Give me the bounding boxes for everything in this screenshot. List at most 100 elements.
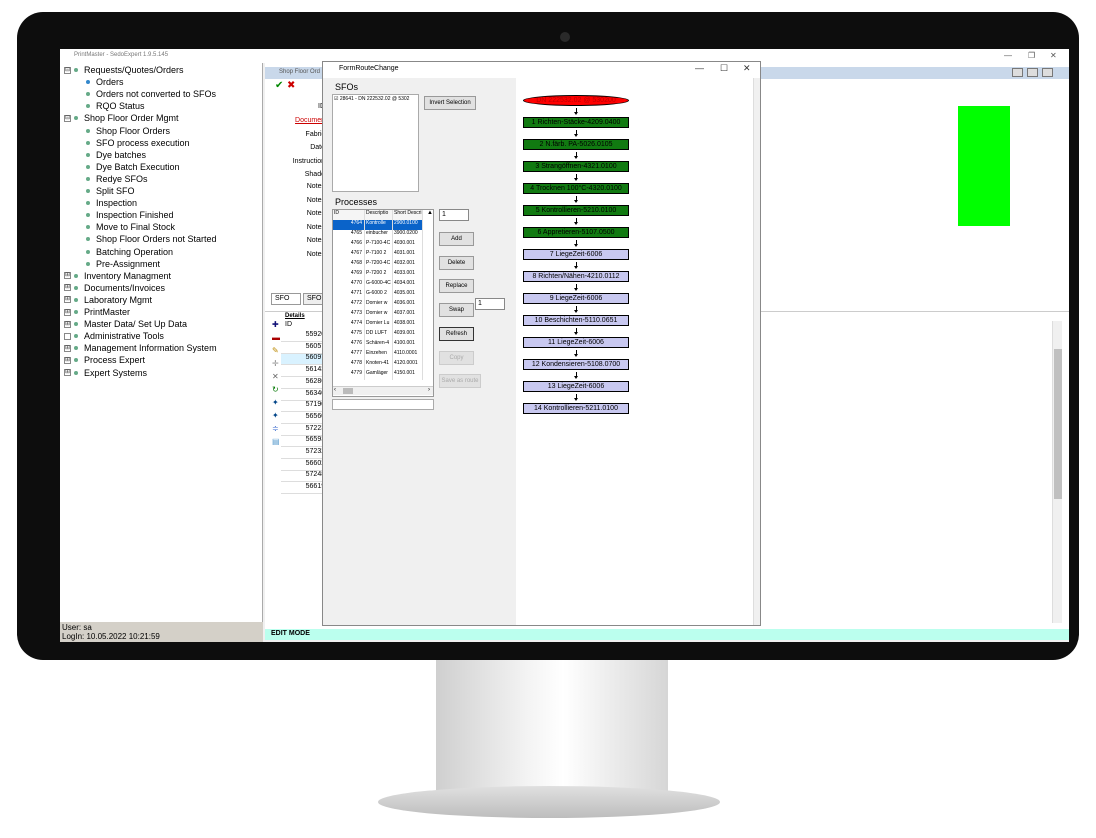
grid-row[interactable]: 4770 G-6000-4C 4034.001 <box>333 280 423 290</box>
mdi-restore-button[interactable] <box>1027 68 1038 77</box>
invert-selection-button[interactable]: Invert Selection <box>424 96 476 110</box>
swap-spinner[interactable]: 1 <box>475 298 505 310</box>
route-step-node[interactable]: 12 Kondensieren-5108.0700 <box>523 359 629 370</box>
grid-row[interactable]: 4774 Dornier Lu 4038.001 <box>333 320 423 330</box>
tree-item[interactable]: ⊞ Inventory Managment <box>64 271 171 281</box>
tree-item[interactable]: ⊞ Documents/Invoices <box>64 283 165 293</box>
tree-item[interactable]: Dye Batch Execution <box>86 162 180 172</box>
route-step-node[interactable]: 3 Strangöffnen-4321.0100 <box>523 161 629 172</box>
grid-row[interactable]: 4766 P-7100-4C 4030.001 <box>333 240 423 250</box>
check-icon[interactable]: ✔ <box>275 80 283 91</box>
blank-icon[interactable] <box>64 332 71 340</box>
tree-item[interactable]: Shop Floor Orders <box>86 126 170 136</box>
grid-row[interactable]: 4767 P-7100 2 4031.001 <box>333 250 423 260</box>
add-button[interactable]: Add <box>439 232 474 246</box>
route-step-node[interactable]: 9 LiegeZeit-6006 <box>523 293 629 304</box>
tree-item[interactable]: ⊟ Shop Floor Order Mgmt <box>64 113 179 123</box>
tree-item[interactable]: ⊟ Requests/Quotes/Orders <box>64 65 184 75</box>
route-step-node[interactable]: 2 N.färb. PA-5026.0105 <box>523 139 629 150</box>
route-step-node[interactable]: 6 Appretieren-5107.0500 <box>523 227 629 238</box>
grid-column-header[interactable]: ID <box>333 210 365 220</box>
process-filter-input[interactable] <box>332 399 434 410</box>
dialog-minimize-button[interactable]: — <box>695 63 704 73</box>
scroll-up-icon[interactable]: ▲ <box>427 210 433 216</box>
expand-toggle-icon[interactable]: ⊞ <box>64 284 71 292</box>
refresh-button[interactable]: Refresh <box>439 327 474 341</box>
route-step-node[interactable]: 4 Trocknen 100°C-4320.0100 <box>523 183 629 194</box>
cancel-x-icon[interactable]: ✖ <box>287 80 295 91</box>
tree-item[interactable]: Batching Operation <box>86 247 173 257</box>
route-step-node[interactable]: 14 Kontrollieren-5211.0100 <box>523 403 629 414</box>
route-step-node[interactable]: 8 Richten/Nähen-4210.0112 <box>523 271 629 282</box>
sfo-list[interactable]: ☑ 28641 - DN 222532.02 @ 5302 <box>332 94 419 192</box>
expand-toggle-icon[interactable]: ⊞ <box>64 296 71 304</box>
delete-button[interactable]: Delete <box>439 256 474 270</box>
route-head-node[interactable]: DN 222532.02 @ 530200 <box>523 95 629 106</box>
expand-toggle-icon[interactable]: ⊟ <box>64 66 71 74</box>
edit-icon[interactable]: ✎ <box>272 346 279 355</box>
grid-hscrollbar[interactable]: ‹ › <box>333 386 433 395</box>
copy-button[interactable]: Copy <box>439 351 474 365</box>
save-as-route-button[interactable]: Save as route <box>439 374 481 388</box>
expand-toggle-icon[interactable]: ⊞ <box>64 369 71 376</box>
minimize-button[interactable]: — <box>1004 51 1012 60</box>
route-step-node[interactable]: 1 Richten-Stäcke-4209.0400 <box>523 117 629 128</box>
tree-item[interactable]: ⊞ Master Data/ Set Up Data <box>64 319 187 329</box>
dialog-scrollbar[interactable] <box>753 78 760 625</box>
tree-item[interactable]: RQO Status <box>86 101 145 111</box>
replace-button[interactable]: Replace <box>439 279 474 293</box>
grid-row[interactable]: 4771 G-6000 2 4035.001 <box>333 290 423 300</box>
grid-row[interactable]: 4764 Kontrolle 2900.0100 <box>333 220 423 230</box>
route-step-node[interactable]: 11 LiegeZeit-6006 <box>523 337 629 348</box>
expand-toggle-icon[interactable]: ⊟ <box>64 114 71 122</box>
tree-item[interactable]: Split SFO <box>86 186 135 196</box>
split-icon[interactable]: ≑ <box>272 424 279 433</box>
route-step-node[interactable]: 10 Beschichten-5110.0651 <box>523 315 629 326</box>
grid-row[interactable]: 4778 Knoten-41 4120.0001 <box>333 360 423 370</box>
tree-item[interactable]: ⊞ Laboratory Mgmt <box>64 295 152 305</box>
tree-item[interactable]: Shop Floor Orders not Started <box>86 234 217 244</box>
grid-row[interactable]: 4775 DD LUFT 4039.001 <box>333 330 423 340</box>
plus-icon[interactable]: ✛ <box>272 359 279 368</box>
position-spinner[interactable]: 1 <box>439 209 469 221</box>
route-step-node[interactable]: 7 LiegeZeit-6006 <box>523 249 629 260</box>
mdi-minimize-button[interactable] <box>1012 68 1023 77</box>
add-icon[interactable]: ✚ <box>272 320 279 329</box>
restore-button[interactable]: ❐ <box>1028 51 1035 60</box>
expand-toggle-icon[interactable]: ⊞ <box>64 308 71 316</box>
filter-icon[interactable]: ✦ <box>272 398 279 407</box>
tree-item[interactable]: ⊞ Process Expert <box>64 355 145 365</box>
grid-row[interactable]: 4768 P-7200-4C 4032.001 <box>333 260 423 270</box>
tree-item[interactable]: Move to Final Stock <box>86 222 175 232</box>
tree-item[interactable]: Administrative Tools <box>64 331 164 341</box>
document-icon[interactable]: ▤ <box>272 437 280 446</box>
route-step-node[interactable]: 5 Kontrollieren-5210.0100 <box>523 205 629 216</box>
tree-item[interactable]: Inspection <box>86 198 137 208</box>
expand-toggle-icon[interactable]: ⊞ <box>64 344 71 352</box>
tree-item[interactable]: Inspection Finished <box>86 210 174 220</box>
grid-row[interactable]: 4773 Dornier w 4037.001 <box>333 310 423 320</box>
tree-item[interactable]: ⊞ Expert Systems <box>64 368 147 378</box>
dialog-maximize-button[interactable]: ☐ <box>720 63 728 74</box>
grid-row[interactable]: 4777 Einzehen 4110.0001 <box>333 350 423 360</box>
close-icon[interactable]: ✕ <box>272 372 279 381</box>
expand-toggle-icon[interactable]: ⊞ <box>64 272 71 280</box>
swap-button[interactable]: Swap <box>439 303 474 317</box>
expand-toggle-icon[interactable]: ⊞ <box>64 320 71 328</box>
process-grid[interactable]: ID Descriptio Short Descri ▲ 4764 Kontrolle 29… <box>332 209 434 397</box>
tree-item[interactable]: Redye SFOs <box>86 174 148 184</box>
tab-sfo-1[interactable]: SFO <box>271 293 301 305</box>
grid-row[interactable]: 4765 einbucher 3900.0200 <box>333 230 423 240</box>
grid-column-header[interactable]: Short Descri <box>393 210 423 220</box>
tree-item[interactable]: Dye batches <box>86 150 146 160</box>
grid-row[interactable]: 4769 P-7200 2 4033.001 <box>333 270 423 280</box>
vertical-scrollbar[interactable] <box>1052 321 1062 623</box>
close-button[interactable]: ✕ <box>1050 51 1057 60</box>
route-step-node[interactable]: 13 LiegeZeit-6006 <box>523 381 629 392</box>
tree-item[interactable]: Orders <box>86 77 124 87</box>
filter-icon[interactable]: ✦ <box>272 411 279 420</box>
grid-row[interactable]: 4779 Gamläger 4150.001 <box>333 370 423 380</box>
tree-item[interactable]: Orders not converted to SFOs <box>86 89 216 99</box>
tree-item[interactable]: ⊞ Management Information System <box>64 343 217 353</box>
grid-row[interactable]: 4772 Dornier w 4036.001 <box>333 300 423 310</box>
